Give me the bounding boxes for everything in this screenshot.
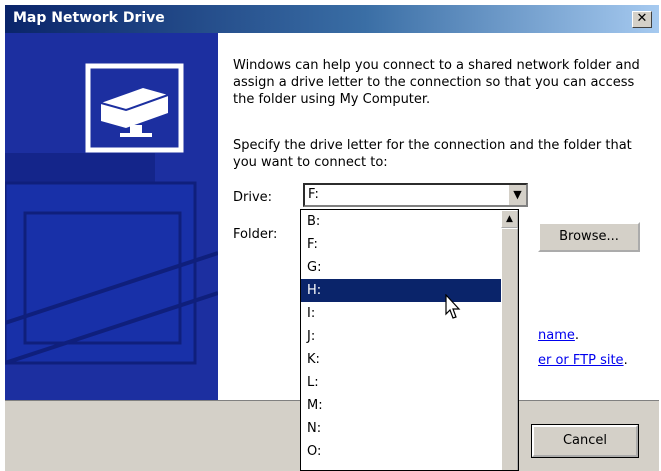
drive-option[interactable]: M:: [301, 394, 501, 417]
cancel-button[interactable]: Cancel: [531, 424, 639, 458]
close-icon: ✕: [636, 11, 648, 26]
title-bar: Map Network Drive ✕: [5, 5, 659, 33]
drive-option[interactable]: G:: [301, 256, 501, 279]
chevron-down-icon: ▼: [513, 188, 522, 201]
disconnected-link[interactable]: name.: [538, 328, 579, 343]
folder-label: Folder:: [233, 227, 278, 242]
drive-label: Drive:: [233, 190, 273, 205]
drive-option[interactable]: I:: [301, 302, 501, 325]
browse-button[interactable]: Browse...: [538, 222, 640, 252]
link-text: name: [538, 328, 575, 343]
drive-dropdown-button[interactable]: ▼: [508, 185, 526, 205]
drive-option[interactable]: O:: [301, 440, 501, 463]
wizard-side-art: [5, 33, 218, 400]
scroll-up-button[interactable]: ▲: [501, 210, 518, 228]
close-button[interactable]: ✕: [632, 11, 652, 28]
drive-combobox[interactable]: F: ▼: [303, 183, 528, 207]
scroll-thumb[interactable]: [501, 228, 518, 470]
drive-options: B: F: G: H: I: J: K: L: M: N: O:: [301, 210, 501, 463]
prompt-text: Specify the drive letter for the connect…: [233, 138, 632, 170]
network-drive-icon: [85, 63, 184, 153]
drive-option[interactable]: J:: [301, 325, 501, 348]
link-suffix: .: [623, 353, 628, 368]
link-text: er or FTP site: [538, 353, 624, 368]
intro-text: Windows can help you connect to a shared…: [233, 58, 640, 107]
dropdown-scrollbar[interactable]: ▲: [501, 210, 518, 470]
scroll-up-icon: ▲: [506, 214, 513, 224]
link-suffix: .: [574, 328, 580, 343]
web-folder-link[interactable]: er or FTP site.: [538, 353, 628, 368]
mouse-cursor-icon: [445, 294, 461, 319]
window-title: Map Network Drive: [13, 10, 165, 26]
drive-option[interactable]: K:: [301, 348, 501, 371]
drive-dropdown-list[interactable]: B: F: G: H: I: J: K: L: M: N: O: ▲: [300, 209, 519, 471]
drive-option[interactable]: B:: [301, 210, 501, 233]
drive-option[interactable]: F:: [301, 233, 501, 256]
drive-option[interactable]: N:: [301, 417, 501, 440]
drive-option[interactable]: H:: [301, 279, 501, 302]
drive-option[interactable]: L:: [301, 371, 501, 394]
network-drive-illustration: [5, 33, 218, 400]
drive-value: F:: [308, 187, 319, 202]
